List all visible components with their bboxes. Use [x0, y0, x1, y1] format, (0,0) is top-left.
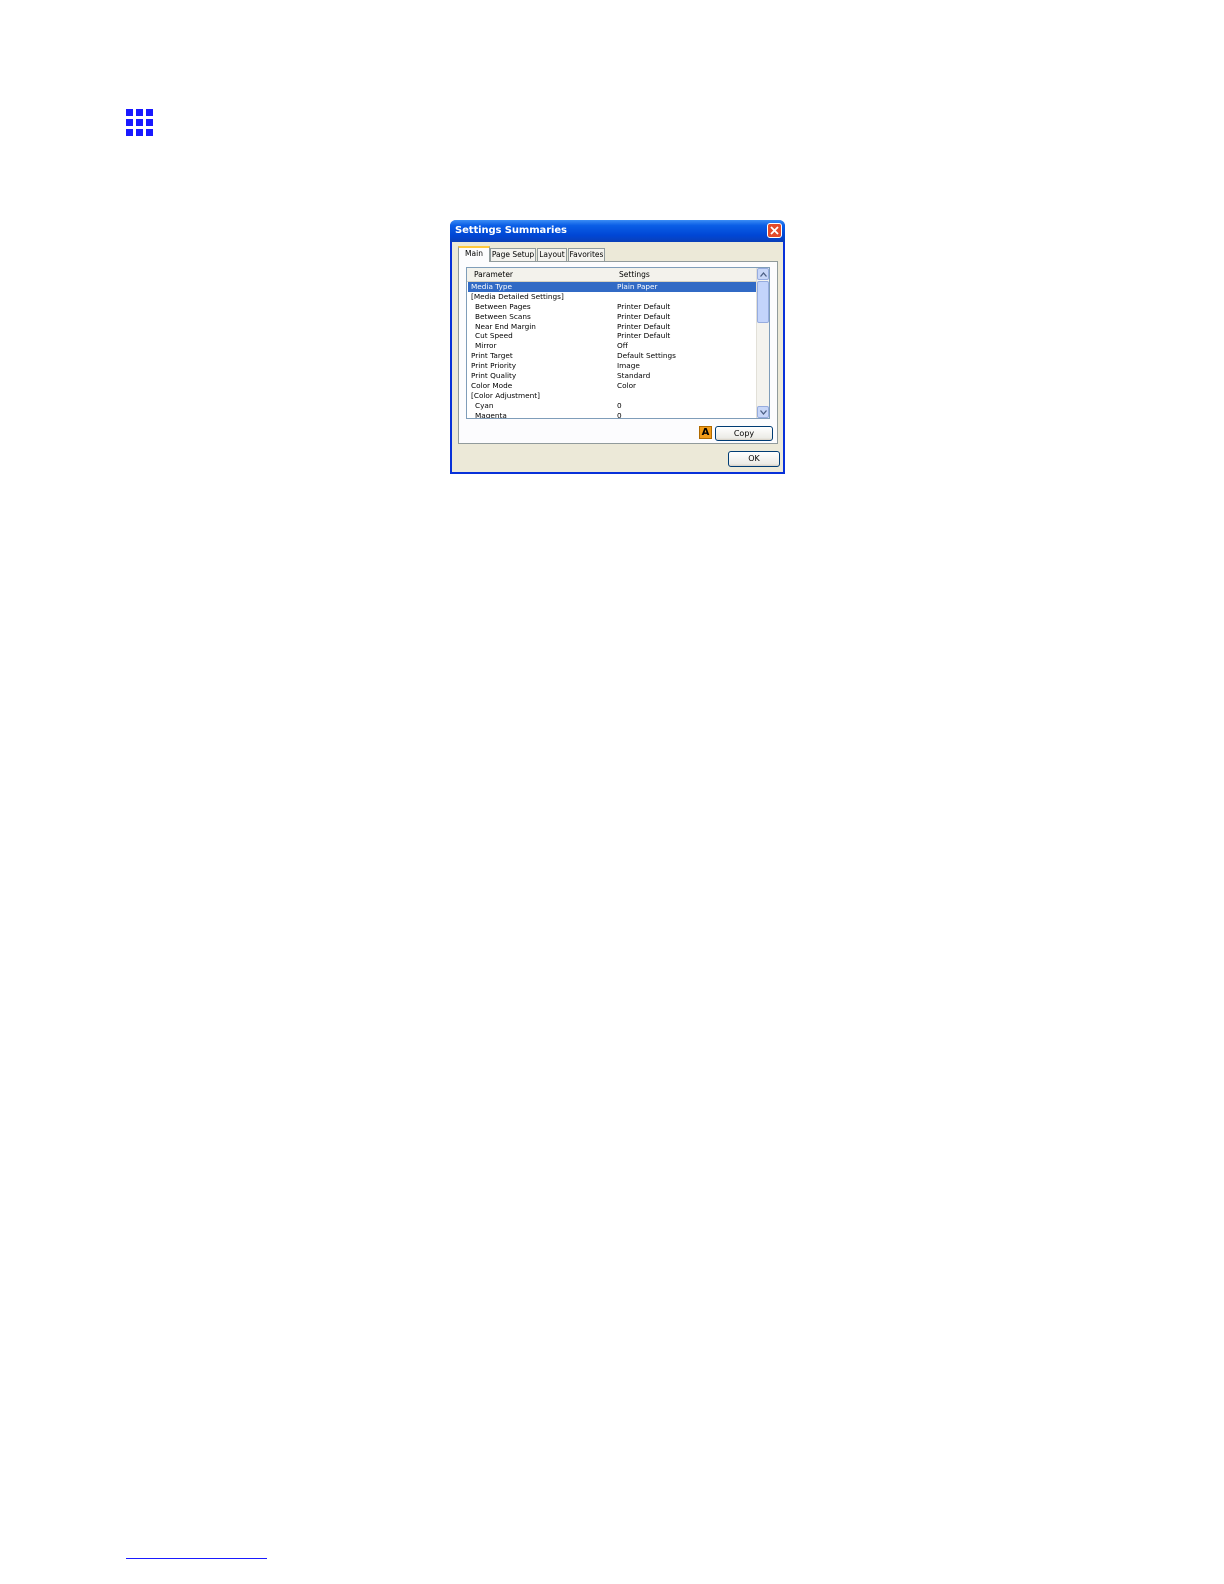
- setting-cell: Standard: [617, 371, 651, 381]
- list-item[interactable]: Color Mode Color: [468, 381, 758, 391]
- settings-summaries-dialog: Settings Summaries Main Page Setup Layou…: [450, 220, 785, 474]
- setting-cell: Printer Default: [617, 331, 671, 341]
- list-item[interactable]: Print Target Default Settings: [468, 351, 758, 361]
- parameter-cell: Print Priority: [471, 361, 517, 371]
- parameter-cell: Between Scans: [475, 311, 531, 321]
- scroll-up-button[interactable]: [757, 268, 769, 280]
- close-button[interactable]: [767, 223, 782, 238]
- list-item[interactable]: Print Priority Image: [468, 361, 758, 371]
- setting-cell: Image: [617, 361, 640, 371]
- parameter-cell: Between Pages: [475, 301, 531, 311]
- parameter-cell: Near End Margin: [475, 321, 536, 331]
- parameter-cell: [Color Adjustment]: [471, 390, 540, 400]
- list-rows: Media Type Plain Paper [Media Detailed Set…: [468, 282, 758, 419]
- list-item[interactable]: Cyan 0: [468, 401, 758, 411]
- list-item[interactable]: Between Scans Printer Default: [468, 312, 758, 322]
- parameter-cell: Media Type: [471, 282, 512, 291]
- list-item[interactable]: Print Quality Standard: [468, 371, 758, 381]
- parameter-cell: Cut Speed: [475, 331, 513, 341]
- list-item[interactable]: [Color Adjustment]: [468, 391, 758, 401]
- parameter-cell: Color Mode: [471, 380, 513, 390]
- parameter-cell: Magenta: [475, 410, 507, 419]
- scroll-thumb[interactable]: [757, 281, 769, 323]
- parameter-cell: [Media Detailed Settings]: [471, 291, 564, 301]
- setting-cell: Default Settings: [617, 351, 676, 361]
- list-item[interactable]: Mirror Off: [468, 341, 758, 351]
- setting-cell: Color: [617, 380, 637, 390]
- copy-button[interactable]: Copy: [715, 426, 773, 441]
- vertical-scrollbar[interactable]: [756, 268, 769, 418]
- parameter-cell: Cyan: [475, 400, 494, 410]
- tab-panel-main: Parameter Settings Media Type Plain Paper…: [458, 261, 778, 444]
- close-icon: [770, 226, 779, 235]
- tab-favorites[interactable]: Favorites: [568, 248, 605, 261]
- list-header: Parameter Settings: [467, 268, 759, 282]
- column-header-settings[interactable]: Settings: [619, 270, 650, 279]
- setting-cell: Off: [617, 341, 628, 351]
- settings-list[interactable]: Parameter Settings Media Type Plain Paper…: [466, 267, 770, 419]
- setting-cell: Printer Default: [617, 311, 671, 321]
- callout-a-icon: A: [699, 426, 712, 439]
- ok-button[interactable]: OK: [728, 451, 780, 467]
- setting-cell: Printer Default: [617, 321, 671, 331]
- tab-main[interactable]: Main: [458, 246, 490, 262]
- list-item[interactable]: Media Type Plain Paper: [468, 282, 758, 292]
- column-header-parameter[interactable]: Parameter: [474, 270, 513, 279]
- tab-layout[interactable]: Layout: [537, 248, 567, 261]
- parameter-cell: Print Target: [471, 351, 513, 361]
- setting-cell: 0: [617, 400, 622, 410]
- parameter-cell: Print Quality: [471, 371, 517, 381]
- tab-page-setup[interactable]: Page Setup: [490, 248, 536, 261]
- list-item[interactable]: [Media Detailed Settings]: [468, 292, 758, 302]
- list-item[interactable]: Cut Speed Printer Default: [468, 331, 758, 341]
- grid-menu-icon[interactable]: [126, 109, 154, 137]
- dialog-titlebar[interactable]: Settings Summaries: [450, 220, 785, 242]
- parameter-cell: Mirror: [475, 341, 497, 351]
- footer-rule: [126, 1558, 267, 1559]
- list-item[interactable]: Near End Margin Printer Default: [468, 322, 758, 332]
- setting-cell: 0: [617, 410, 622, 419]
- setting-cell: Printer Default: [617, 301, 671, 311]
- scroll-down-button[interactable]: [757, 406, 769, 418]
- chevron-down-icon: [759, 409, 767, 415]
- list-item[interactable]: Magenta 0: [468, 410, 758, 419]
- chevron-up-icon: [759, 271, 767, 277]
- dialog-title: Settings Summaries: [455, 225, 567, 236]
- setting-cell: Plain Paper: [617, 282, 658, 291]
- list-item[interactable]: Between Pages Printer Default: [468, 302, 758, 312]
